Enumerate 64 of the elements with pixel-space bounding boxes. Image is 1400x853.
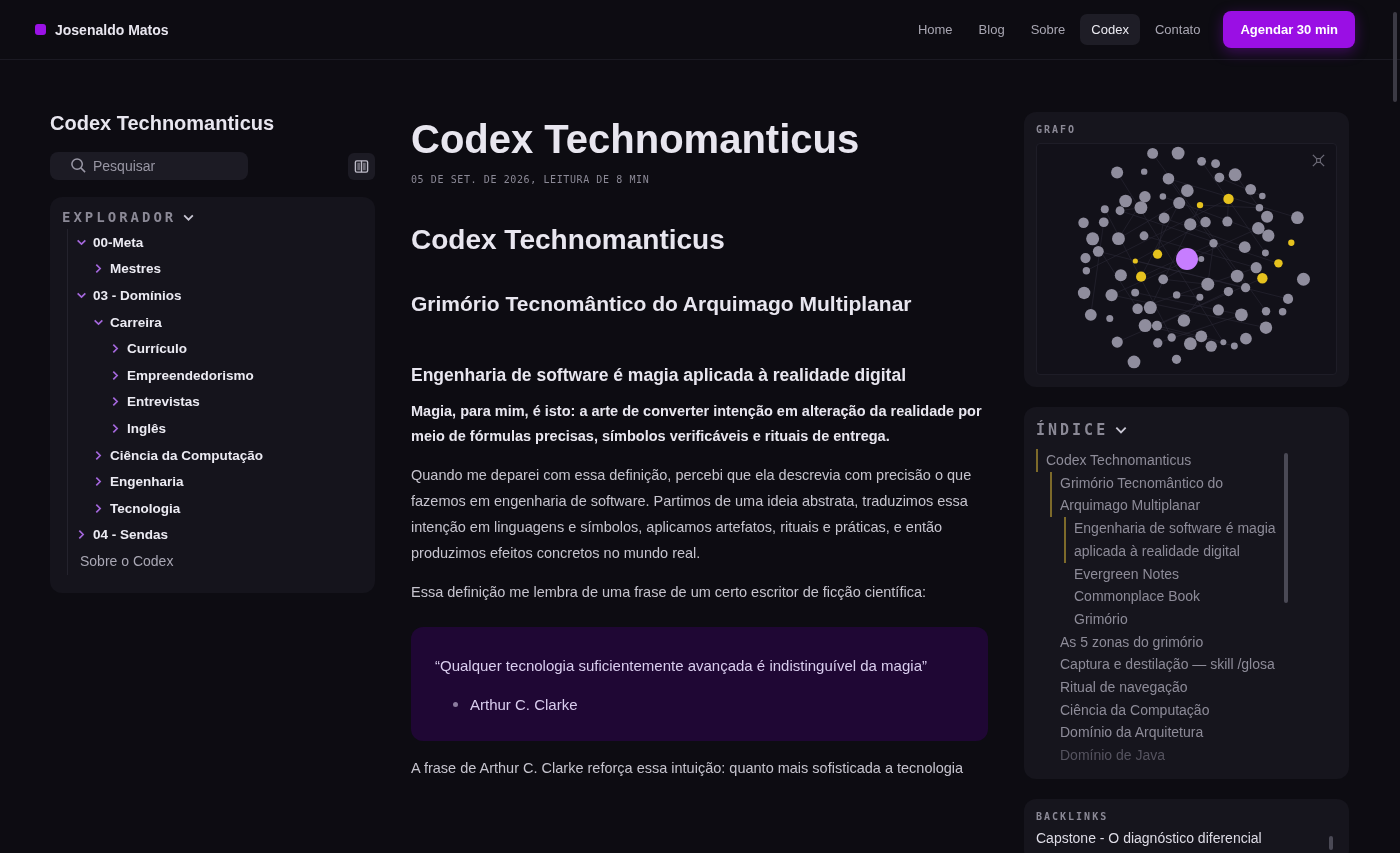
toc-link[interactable]: Grimório (1064, 607, 1128, 631)
folder-item[interactable]: 04 - Sendas (93, 527, 169, 543)
search-field[interactable]: Pesquisar (50, 152, 248, 180)
expand-icon[interactable] (1311, 153, 1326, 168)
toc-link[interactable]: Engenharia de software é magia aplicada à realidade digital (1064, 517, 1276, 563)
folder-item[interactable]: Mestres (110, 261, 162, 277)
panel-label: BACKLINKS (1036, 810, 1110, 822)
folder-item[interactable]: Entrevistas (127, 394, 200, 410)
chevron-icon[interactable] (110, 369, 121, 381)
toc-link[interactable]: Evergreen Notes (1064, 562, 1180, 586)
nav-link[interactable]: Blog (967, 14, 1016, 45)
graph-nodes[interactable] (1077, 146, 1310, 369)
site-name[interactable]: Josenaldo Matos (55, 21, 169, 38)
book-icon (354, 158, 369, 174)
paragraph: Essa definição me lembra de uma frase de um certo escritor de ficção científica: (411, 583, 927, 602)
nav-link[interactable]: Contato (1143, 14, 1212, 45)
bullet-dot (453, 702, 458, 707)
toc-link[interactable]: Commonplace Book (1064, 585, 1201, 608)
toc-link[interactable]: Ritual de navegação (1050, 676, 1188, 699)
schedule-button[interactable]: Agendar 30 min (1223, 11, 1355, 48)
paragraph: Quando me deparei com essa definição, percebi que ela descrevia com precisão o que fazemos em engenharia de software. Partimos de uma ideia abstrata, traduzimos essa intenção em linguagens e símbolos, aplicamos artefatos, rituais e práticas, e então produzimos efeitos concretos no mundo real. (411, 466, 973, 563)
folder-item[interactable]: Ciência da Computação (110, 447, 264, 463)
chevron-icon[interactable] (93, 449, 104, 461)
toc-link[interactable]: Ciência da Computação (1050, 698, 1210, 722)
chevron-icon[interactable] (110, 422, 121, 434)
nav-link[interactable]: Home (906, 14, 964, 45)
chevron-icon[interactable] (76, 290, 87, 301)
backlink[interactable]: Capstone - O diagnóstico diferencial (1036, 829, 1262, 850)
note-link[interactable]: Sobre o Codex (76, 553, 174, 570)
chevron-icon[interactable] (76, 529, 87, 541)
chevron-icon[interactable] (93, 502, 104, 514)
sidebar-title: Codex Technomanticus (50, 112, 276, 135)
toc-link[interactable]: Grimório Tecnomântico do Arquimago Multiplanar (1050, 471, 1276, 518)
section-heading: Grimório Tecnomântico do Arquimago Multiplanar (411, 291, 913, 317)
quote-author: Arthur C. Clarke (470, 696, 578, 713)
toc-link[interactable]: Domínio da Arquitetura (1050, 721, 1204, 745)
folder-item[interactable]: Tecnologia (110, 500, 181, 516)
folder-item[interactable]: 03 - Domínios (93, 288, 182, 303)
chevron-icon[interactable] (93, 476, 104, 488)
folder-item[interactable]: Empreendedorismo (127, 367, 254, 383)
folder-item[interactable]: 00-Meta (93, 234, 144, 250)
section-heading: Codex Technomanticus (411, 223, 726, 257)
quote-text: “Qualquer tecnologia suficientemente avançada é indistinguível da magia” (435, 657, 928, 674)
toc-link[interactable]: Captura e destilação — skill /glosa (1050, 653, 1275, 677)
chevron-icon[interactable] (110, 396, 121, 408)
panel-label: GRAFO (1036, 124, 1078, 135)
explorer-toggle[interactable]: EXPLORADOR (62, 209, 196, 225)
page-title: Codex Technomanticus (411, 116, 861, 162)
folder-item[interactable]: Inglês (127, 420, 166, 436)
folder-item[interactable]: Engenharia (110, 474, 184, 490)
toc-link[interactable]: As 5 zonas do grimório (1050, 630, 1204, 654)
folder-item[interactable]: Currículo (127, 341, 187, 357)
section-heading: Engenharia de software é magia aplicada à realidade digital (411, 364, 908, 387)
nav-link[interactable]: Codex (1080, 14, 1140, 45)
toc-toggle[interactable]: ÍNDICE (1036, 421, 1129, 439)
folder-item[interactable]: Carreira (110, 314, 162, 330)
lead-paragraph: Magia, para mim, é isto: a arte de converter intenção em alteração da realidade por meio de fórmulas precisas, símbolos verificáveis e rituais de entrega. (411, 402, 983, 446)
reader-mode-button[interactable] (348, 152, 375, 180)
post-meta: 05 DE SET. DE 2026, LEITURA DE 8 MIN (411, 174, 651, 185)
chevron-icon[interactable] (93, 263, 104, 275)
chevron-icon[interactable] (110, 343, 121, 355)
nav-link[interactable]: Sobre (1019, 14, 1077, 45)
toc-link[interactable]: Codex Technomanticus (1036, 449, 1192, 472)
paragraph: A frase de Arthur C. Clarke reforça essa intuição: quanto mais sofisticada a tecnologia (411, 759, 965, 778)
